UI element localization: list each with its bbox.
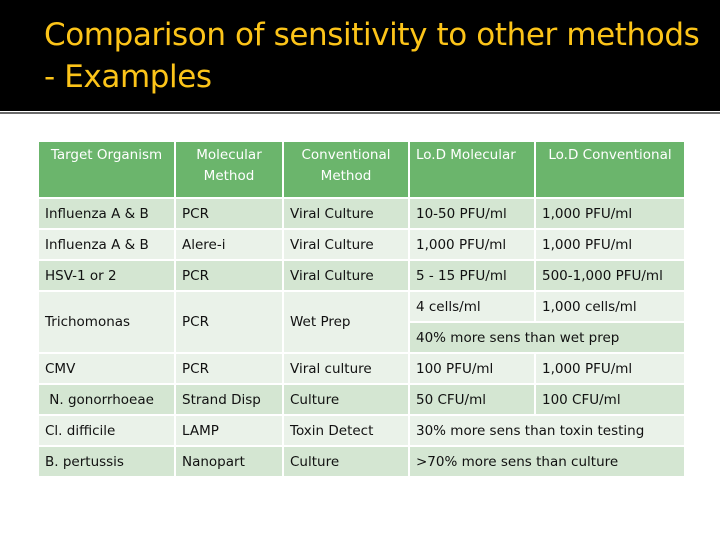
- cell-organism: Trichomonas: [37, 290, 176, 354]
- cell-lod-conventional: 1,000 cells/ml: [534, 290, 686, 323]
- cell-organism: Cl. difficile: [37, 414, 176, 447]
- cell-organism: Influenza A & B: [37, 197, 176, 230]
- cell-organism: B. pertussis: [37, 445, 176, 478]
- cell-conventional-method: Wet Prep: [282, 290, 410, 354]
- cell-lod-conventional: 500-1,000 PFU/ml: [534, 259, 686, 292]
- cell-lod-molecular: 4 cells/ml: [408, 290, 536, 323]
- header-target-organism: Target Organism: [37, 140, 176, 199]
- table-row: CMV PCR Viral culture 100 PFU/ml 1,000 P…: [37, 352, 686, 385]
- cell-lod-conventional: 100 CFU/ml: [534, 383, 686, 416]
- cell-lod-molecular: 10-50 PFU/ml: [408, 197, 536, 230]
- cell-conventional-method: Viral culture: [282, 352, 410, 385]
- cell-lod-conventional: 1,000 PFU/ml: [534, 228, 686, 261]
- table-header-row: Target Organism Molecular Method Convent…: [37, 140, 686, 199]
- table-row: Trichomonas PCR Wet Prep 4 cells/ml 1,00…: [37, 290, 686, 354]
- header-lod-conventional: Lo.D Conventional: [534, 140, 686, 199]
- cell-molecular-method: Nanopart: [174, 445, 284, 478]
- title-divider: [0, 112, 720, 114]
- header-molecular-method: Molecular Method: [174, 140, 284, 199]
- cell-conventional-method: Toxin Detect: [282, 414, 410, 447]
- cell-lod-molecular: 100 PFU/ml: [408, 352, 536, 385]
- table-row: Influenza A & B Alere-i Viral Culture 1,…: [37, 228, 686, 261]
- cell-conventional-method: Viral Culture: [282, 197, 410, 230]
- table-row: B. pertussis Nanopart Culture >70% more …: [37, 445, 686, 478]
- cell-lod-molecular: 5 - 15 PFU/ml: [408, 259, 536, 292]
- slide: Comparison of sensitivity to other metho…: [0, 0, 720, 540]
- header-lod-molecular: Lo.D Molecular: [408, 140, 536, 199]
- comparison-table: Target Organism Molecular Method Convent…: [37, 140, 686, 478]
- table-row: N. gonorrhoeae Strand Disp Culture 50 CF…: [37, 383, 686, 416]
- cell-lod-conventional: 1,000 PFU/ml: [534, 197, 686, 230]
- cell-molecular-method: PCR: [174, 259, 284, 292]
- slide-title: Comparison of sensitivity to other metho…: [44, 17, 700, 95]
- cell-lod-conventional: 1,000 PFU/ml: [534, 352, 686, 385]
- cell-molecular-method: Alere-i: [174, 228, 284, 261]
- cell-lod-molecular: 1,000 PFU/ml: [408, 228, 536, 261]
- cell-molecular-method: PCR: [174, 352, 284, 385]
- table-row: HSV-1 or 2 PCR Viral Culture 5 - 15 PFU/…: [37, 259, 686, 292]
- cell-lod-note: 40% more sens than wet prep: [408, 321, 686, 354]
- cell-lod-combined: >70% more sens than culture: [408, 445, 686, 478]
- cell-molecular-method: LAMP: [174, 414, 284, 447]
- cell-organism: Influenza A & B: [37, 228, 176, 261]
- cell-conventional-method: Viral Culture: [282, 259, 410, 292]
- cell-molecular-method: PCR: [174, 197, 284, 230]
- cell-lod-combined: 30% more sens than toxin testing: [408, 414, 686, 447]
- cell-conventional-method: Culture: [282, 445, 410, 478]
- cell-molecular-method: PCR: [174, 290, 284, 354]
- cell-molecular-method: Strand Disp: [174, 383, 284, 416]
- cell-organism: CMV: [37, 352, 176, 385]
- table-row: Influenza A & B PCR Viral Culture 10-50 …: [37, 197, 686, 230]
- cell-conventional-method: Viral Culture: [282, 228, 410, 261]
- cell-lod-molecular: 50 CFU/ml: [408, 383, 536, 416]
- table-row: Cl. difficile LAMP Toxin Detect 30% more…: [37, 414, 686, 447]
- header-conventional-method: Conventional Method: [282, 140, 410, 199]
- cell-organism: HSV-1 or 2: [37, 259, 176, 292]
- cell-organism: N. gonorrhoeae: [37, 383, 176, 416]
- cell-conventional-method: Culture: [282, 383, 410, 416]
